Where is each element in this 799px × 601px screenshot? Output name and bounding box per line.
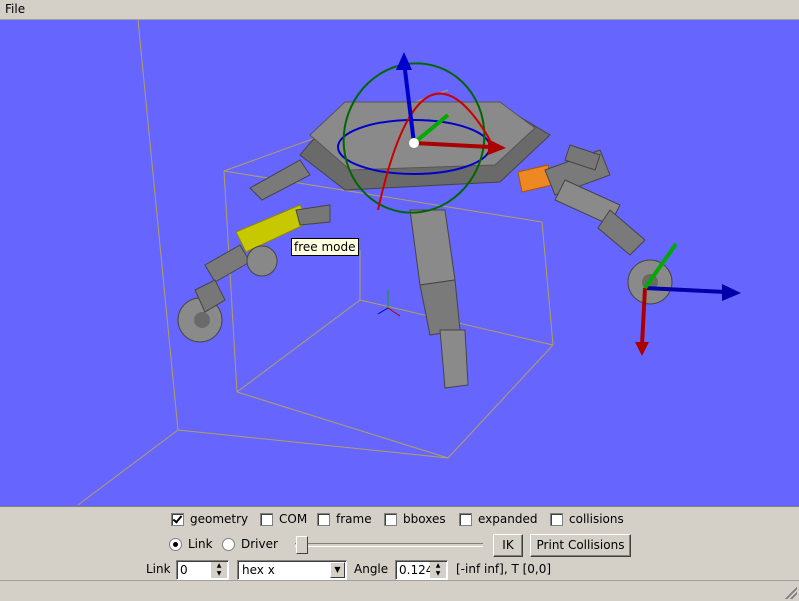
ik-button[interactable]: IK [493,534,523,557]
angle-label: Angle [354,562,389,576]
workspace-lines [77,20,554,506]
menu-file[interactable]: File [5,2,25,16]
origin-axes [377,290,401,317]
mode-tooltip: free mode [291,238,359,256]
print-collisions-button[interactable]: Print Collisions [530,534,631,557]
spin-down-icon[interactable]: ▼ [211,570,227,578]
collisions-checkbox[interactable]: collisions [550,511,624,527]
angle-slider[interactable] [289,531,489,557]
checkbox-box [550,512,563,526]
spin-arrows[interactable]: ▲ ▼ [211,562,227,578]
resize-grip-icon[interactable] [785,587,797,599]
spin-arrows[interactable]: ▲ ▼ [430,562,446,578]
dof-combobox[interactable]: hex x ▼ [237,560,347,580]
checkbox-box [459,512,472,526]
frame-checkbox[interactable]: frame [317,511,372,527]
spin-down-icon[interactable]: ▼ [430,570,446,578]
expanded-checkbox[interactable]: expanded [459,511,537,527]
range-text: [-inf inf], T [0,0] [456,562,552,576]
geometry-checkbox[interactable]: geometry [171,511,248,527]
status-bar [0,580,799,601]
link-spinbox[interactable]: 0 ▲ ▼ [176,560,229,580]
com-checkbox[interactable]: COM [260,511,307,527]
radio-dot [222,537,235,551]
radio-dot [169,537,182,551]
slider-handle[interactable] [296,536,308,554]
link-label: Link [146,562,171,576]
menu-bar: File [0,0,799,20]
spin-up-icon[interactable]: ▲ [430,562,446,570]
slider-groove [295,543,483,547]
link-radio[interactable]: Link [169,536,213,552]
checkbox-box [171,512,184,526]
driver-radio[interactable]: Driver [222,536,278,552]
checkbox-box [384,512,397,526]
bboxes-checkbox[interactable]: bboxes [384,511,446,527]
3d-viewport[interactable]: free mode [0,20,799,507]
spin-up-icon[interactable]: ▲ [211,562,227,570]
chevron-down-icon[interactable]: ▼ [330,562,345,578]
robot-scene [77,20,741,506]
angle-spinbox[interactable]: 0.124 ▲ ▼ [395,560,448,580]
checkbox-box [260,512,273,526]
checkbox-box [317,512,330,526]
